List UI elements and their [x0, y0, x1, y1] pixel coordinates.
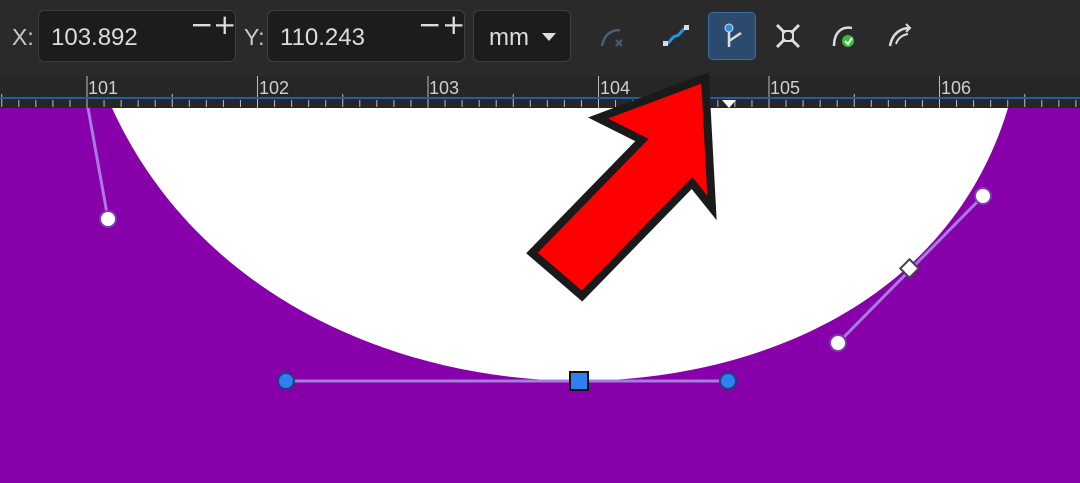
control-handle[interactable] — [974, 187, 992, 205]
control-handle[interactable] — [277, 372, 295, 390]
control-handle[interactable] — [99, 210, 117, 228]
control-handle[interactable] — [829, 334, 847, 352]
canvas[interactable] — [0, 0, 1080, 483]
control-handle[interactable] — [719, 372, 737, 390]
selected-node[interactable] — [569, 371, 589, 391]
